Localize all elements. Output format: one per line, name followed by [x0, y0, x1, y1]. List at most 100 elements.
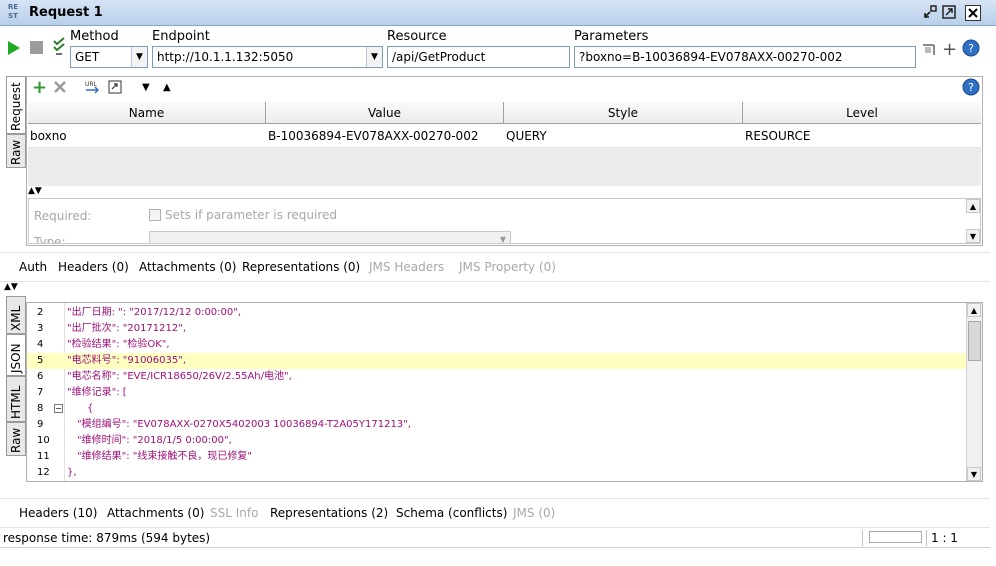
detach-icon[interactable]	[921, 4, 939, 22]
remove-param-icon[interactable]	[53, 80, 67, 97]
cursor-position: 1 : 1	[931, 531, 958, 545]
required-checkbox[interactable]	[149, 209, 161, 221]
code-line: 7 "维修记录": [	[27, 385, 967, 401]
help-icon[interactable]: ?	[962, 39, 980, 60]
tab-response-headers[interactable]: Headers (10)	[19, 506, 97, 520]
rest-logo-icon: RE ST	[7, 3, 19, 20]
window-title: Request 1	[29, 5, 103, 20]
fold-toggle-icon[interactable]: −	[54, 404, 63, 413]
method-select[interactable]: GET ▼	[70, 46, 148, 68]
title-bar: RE ST Request 1	[0, 0, 996, 26]
method-label: Method	[70, 29, 119, 44]
scrollbar-thumb[interactable]	[968, 321, 981, 361]
scroll-up-icon[interactable]: ▲	[967, 303, 981, 317]
code-line: 5 "电芯料号": "91006035",	[27, 353, 967, 369]
tab-auth[interactable]: Auth	[19, 260, 47, 274]
column-header-value[interactable]: Value	[266, 102, 504, 124]
param-name-cell[interactable]: boxno	[28, 125, 264, 147]
close-icon[interactable]	[965, 5, 981, 21]
line-number: 4	[37, 339, 44, 350]
tab-request[interactable]: Request	[6, 76, 26, 134]
tab-request-label: Request	[9, 82, 23, 131]
param-level-cell[interactable]: RESOURCE	[743, 125, 979, 147]
table-empty-area	[28, 148, 981, 186]
column-header-name[interactable]: Name	[28, 102, 266, 124]
tab-representations[interactable]: Representations (0)	[242, 260, 360, 274]
line-number: 2	[37, 307, 44, 318]
tab-xml[interactable]: XML	[6, 296, 26, 334]
type-select[interactable]: ▼	[149, 231, 511, 244]
code-text: {	[87, 403, 94, 414]
code-text: "检验结果": "检验OK",	[67, 339, 170, 350]
maximize-icon[interactable]	[940, 4, 958, 22]
scroll-down-icon[interactable]: ▼	[966, 229, 980, 243]
code-line: 2 "出厂日期: ": "2017/12/12 0:00:00",	[27, 305, 967, 321]
parameters-value: ?boxno=B-10036894-EV078AXX-00270-002	[579, 50, 843, 64]
code-text: "维修结果": "线束接触不良，现已修复"	[77, 451, 252, 462]
move-up-icon[interactable]: ▲	[163, 82, 171, 93]
line-number: 12	[37, 467, 50, 478]
vertical-scrollbar[interactable]: ▲ ▼	[966, 303, 982, 481]
splitter-arrows-icon[interactable]: ▲▼	[4, 282, 18, 292]
tab-jms-headers[interactable]: JMS Headers	[369, 260, 444, 274]
copy-params-icon[interactable]	[921, 41, 937, 60]
tab-raw-response[interactable]: Raw	[6, 422, 26, 456]
tab-ssl-info[interactable]: SSL Info	[210, 506, 258, 520]
run-button[interactable]	[7, 40, 21, 59]
resource-label: Resource	[387, 29, 447, 44]
url-encode-icon[interactable]: URL	[84, 80, 102, 99]
parameters-input[interactable]: ?boxno=B-10036894-EV078AXX-00270-002	[574, 46, 916, 68]
move-down-icon[interactable]: ▼	[142, 82, 150, 93]
tab-json[interactable]: JSON	[6, 334, 26, 376]
param-value-cell[interactable]: B-10036894-EV078AXX-00270-002	[266, 125, 502, 147]
code-text: "出厂日期: ": "2017/12/12 0:00:00",	[67, 307, 242, 318]
add-icon[interactable]: +	[942, 39, 957, 60]
splitter-arrows-icon[interactable]: ▲▼	[28, 186, 42, 196]
chevron-down-icon: ▼	[499, 235, 506, 244]
help-icon[interactable]: ?	[962, 78, 980, 99]
line-number: 8	[37, 403, 44, 414]
tab-jms[interactable]: JMS (0)	[513, 506, 555, 520]
line-number: 7	[37, 387, 44, 398]
code-line: 4 "检验结果": "检验OK",	[27, 337, 967, 353]
revert-icon[interactable]	[108, 80, 123, 98]
code-text: "维修记录": [	[67, 387, 127, 398]
chevron-down-icon[interactable]: ▼	[366, 47, 382, 67]
chevron-down-icon[interactable]: ▼	[131, 47, 147, 67]
code-text: "电芯名称": "EVE/ICR18650/26V/2.55Ah/电池",	[67, 371, 292, 382]
code-line: 12},	[27, 465, 967, 481]
response-editor[interactable]: 2 "出厂日期: ": "2017/12/12 0:00:00", 3 "出厂批次":…	[26, 302, 983, 482]
add-param-icon[interactable]: +	[32, 79, 47, 97]
tab-schema[interactable]: Schema (conflicts)	[396, 506, 507, 520]
svg-text:?: ?	[968, 81, 974, 94]
line-number: 3	[37, 323, 44, 334]
column-header-style[interactable]: Style	[504, 102, 743, 124]
code-text: "出厂批次": "20171212",	[67, 323, 187, 334]
scroll-up-icon[interactable]: ▲	[966, 199, 980, 213]
code-line: 9 "模组编号": "EV078AXX-0270X5402003 10036894…	[27, 417, 967, 433]
tab-headers[interactable]: Headers (0)	[58, 260, 129, 274]
resource-input[interactable]: /api/GetProduct	[387, 46, 570, 68]
tab-attachments[interactable]: Attachments (0)	[139, 260, 236, 274]
stop-button[interactable]	[30, 41, 43, 54]
tab-jms-property[interactable]: JMS Property (0)	[459, 260, 556, 274]
endpoint-select[interactable]: http://10.1.1.132:5050 ▼	[152, 46, 383, 68]
validate-icon[interactable]	[51, 37, 67, 60]
param-detail-panel: Required: Sets if parameter is required …	[28, 198, 981, 244]
line-number: 5	[37, 355, 44, 366]
svg-text:?: ?	[968, 42, 974, 55]
column-header-level[interactable]: Level	[743, 102, 981, 124]
response-time: response time: 879ms (594 bytes)	[3, 531, 211, 545]
status-divider	[862, 530, 863, 546]
tab-response-representations[interactable]: Representations (2)	[270, 506, 388, 520]
required-label: Required:	[34, 209, 92, 223]
tab-raw[interactable]: Raw	[6, 134, 26, 168]
param-style-cell[interactable]: QUERY	[504, 125, 740, 147]
scroll-down-icon[interactable]: ▼	[967, 467, 981, 481]
tab-html[interactable]: HTML	[6, 376, 26, 422]
endpoint-label: Endpoint	[152, 29, 210, 44]
parameters-label: Parameters	[574, 29, 649, 44]
tab-html-label: HTML	[9, 385, 23, 419]
tab-response-attachments[interactable]: Attachments (0)	[107, 506, 204, 520]
code-line: 3 "出厂批次": "20171212",	[27, 321, 967, 337]
